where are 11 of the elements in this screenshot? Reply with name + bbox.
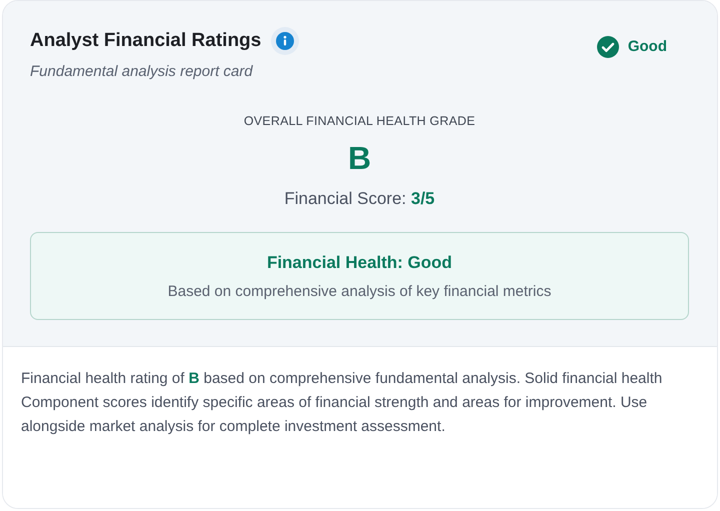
score-text: Financial Score: 3/5 xyxy=(284,189,435,209)
grade-caption: OVERALL FINANCIAL HEALTH GRADE xyxy=(244,114,476,128)
check-icon xyxy=(596,36,619,58)
status-label: Good xyxy=(628,38,667,55)
grade-letter: B xyxy=(348,140,372,177)
health-title: Financial Health: Good xyxy=(266,253,452,273)
card-subtitle: Fundamental analysis report card xyxy=(30,63,254,80)
card-title: Analyst Financial Ratings xyxy=(30,30,262,52)
summary-text: Financial health rating of B based on comprehensive fundamental analysis. Solid financial health Component scores identify specific areas of financial strength and areas for improvement. Use alongside market analysis for complete investment assessment. xyxy=(21,369,664,437)
health-description: Based on comprehensive analysis of key financial metrics xyxy=(168,283,552,300)
info-icon[interactable] xyxy=(271,27,300,55)
